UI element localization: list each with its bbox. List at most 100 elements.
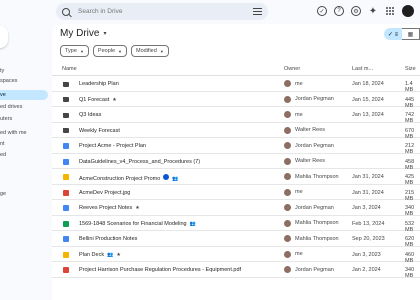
file-owner: me bbox=[284, 188, 303, 196]
file-owner: Jordan Pegman bbox=[284, 266, 334, 273]
file-row[interactable]: Bellini Production Notes Mahlia Thompson S… bbox=[52, 231, 420, 248]
file-name: Q3 Ideas bbox=[79, 112, 101, 118]
file-name-text: 1569-1848 Scenarios for Financial Modeli… bbox=[79, 220, 187, 227]
settings-gear-icon[interactable]: ⚙ bbox=[351, 6, 361, 16]
sidebar-item-my-drive[interactable]: ve bbox=[0, 90, 48, 100]
file-name-text: Q1 Forecast bbox=[79, 96, 110, 103]
sidebar-item-workspaces[interactable]: spaces bbox=[0, 76, 48, 86]
file-row[interactable]: Reeves Project Notes ★ Jordan Pegman Jan 3,… bbox=[52, 200, 420, 217]
file-owner: me bbox=[284, 80, 303, 87]
folder-icon bbox=[63, 97, 69, 102]
file-size: 340 MB bbox=[405, 267, 415, 279]
file-name: AcmeConstruction Project Promo 👥 bbox=[79, 174, 179, 182]
file-name-text: Bellini Production Notes bbox=[79, 236, 138, 242]
google-doc-icon bbox=[63, 205, 69, 211]
search-bar[interactable] bbox=[56, 3, 268, 20]
owner-name: Walter Rees bbox=[295, 158, 326, 164]
google-slides-icon bbox=[63, 174, 69, 180]
filter-people[interactable]: People ▼ bbox=[92, 45, 128, 57]
avatar bbox=[284, 157, 291, 165]
sidebar-item-starred[interactable]: ed bbox=[0, 150, 48, 160]
list-view-button[interactable]: ✓ ≡ bbox=[384, 28, 402, 40]
grid-view-button[interactable]: ▦ bbox=[402, 28, 420, 40]
file-name: 1569-1848 Scenarios for Financial Modeli… bbox=[79, 221, 196, 227]
file-name-text: Plan Deck bbox=[79, 251, 105, 258]
top-bar: ✓ ? ⚙ ✦ bbox=[0, 0, 420, 24]
file-name-text: Q3 Ideas bbox=[79, 112, 102, 118]
avatar bbox=[284, 250, 291, 258]
filter-chips: Type ▼ People ▼ Modified ▼ bbox=[60, 45, 169, 57]
filter-type[interactable]: Type ▼ bbox=[60, 45, 89, 57]
file-name: AcmeDev Project.jpg bbox=[79, 190, 130, 196]
avatar bbox=[284, 126, 291, 134]
file-name: Weekly Forecast bbox=[79, 128, 120, 134]
file-name: Bellini Production Notes bbox=[79, 236, 137, 242]
file-row[interactable]: Q3 Ideas me Jan 13, 2024 742 MB bbox=[52, 107, 420, 124]
sidebar-item-spam[interactable] bbox=[0, 164, 48, 174]
file-name-text: Weekly Forecast bbox=[79, 127, 120, 134]
column-name[interactable]: Name bbox=[62, 66, 77, 72]
avatar bbox=[284, 235, 291, 242]
folder-icon bbox=[63, 128, 69, 133]
starred-icon: ★ bbox=[112, 96, 117, 103]
avatar bbox=[284, 111, 291, 118]
file-row[interactable]: Plan Deck 👥 ★ me Jan 3, 2023 460 MB bbox=[52, 247, 420, 264]
main-panel: My Drive ▾ ✓ ≡ ▦ Type ▼ People ▼ Modified ▼… bbox=[52, 24, 420, 300]
file-owner: Walter Rees bbox=[284, 126, 325, 134]
sidebar-item-shared-with-me[interactable]: ed with me bbox=[0, 128, 48, 138]
offline-status-icon[interactable]: ✓ bbox=[317, 6, 327, 16]
column-size[interactable]: Size bbox=[405, 66, 416, 72]
avatar bbox=[284, 80, 291, 87]
file-row[interactable]: Project Harrison Purchase Regulation Pro… bbox=[52, 262, 420, 279]
owner-name: Mahlia Thompson bbox=[295, 220, 339, 226]
search-icon[interactable] bbox=[62, 7, 70, 16]
sidebar-item-computers[interactable]: uters bbox=[0, 114, 48, 124]
filter-modified[interactable]: Modified ▼ bbox=[131, 45, 169, 57]
sidebar-item-activity[interactable]: ty bbox=[0, 66, 48, 76]
view-toggle: ✓ ≡ ▦ bbox=[384, 28, 420, 40]
account-avatar[interactable] bbox=[402, 5, 414, 17]
file-modified-date: Jan 31, 2024 bbox=[352, 189, 384, 196]
file-row[interactable]: 1569-1848 Scenarios for Financial Modeli… bbox=[52, 216, 420, 233]
help-icon[interactable]: ? bbox=[334, 6, 344, 16]
starred-icon: ★ bbox=[116, 251, 121, 258]
file-owner: Mahlia Thompson bbox=[284, 219, 339, 227]
sidebar-item-home[interactable] bbox=[0, 42, 48, 52]
owner-name: me bbox=[295, 80, 303, 87]
file-modified-date: Jan 31, 2024 bbox=[352, 174, 384, 180]
file-row[interactable]: Q1 Forecast ★ Jordan Pegman Jan 15, 2024 445… bbox=[52, 92, 420, 109]
column-owner[interactable]: Owner bbox=[284, 66, 300, 72]
file-row[interactable]: Project Acme - Project Plan Jordan Pegman… bbox=[52, 138, 420, 155]
column-modified[interactable]: Last m... bbox=[352, 66, 373, 72]
apps-grid-icon[interactable] bbox=[385, 6, 395, 16]
sidebar-item-shared-drives[interactable]: ed drives bbox=[0, 102, 48, 112]
page-title-menu[interactable]: My Drive ▾ bbox=[60, 28, 106, 39]
pdf-icon bbox=[63, 267, 69, 273]
sidebar-item-storage[interactable]: ge bbox=[0, 189, 48, 199]
starred-icon: ★ bbox=[135, 205, 140, 211]
avatar bbox=[284, 204, 291, 211]
file-row[interactable]: DataGuidelines_v4_Process_and_Procedures… bbox=[52, 154, 420, 171]
owner-name: Jordan Pegman bbox=[295, 266, 334, 273]
file-row[interactable]: AcmeDev Project.jpg me Jan 31, 2024 215 MB bbox=[52, 185, 420, 202]
shared-icon: 👥 bbox=[189, 220, 196, 227]
search-input[interactable] bbox=[78, 8, 248, 15]
owner-name: Mahlia Thompson bbox=[295, 235, 339, 242]
gemini-sparkle-icon[interactable]: ✦ bbox=[368, 6, 378, 17]
owner-name: me bbox=[295, 251, 303, 257]
chevron-down-icon: ▼ bbox=[118, 48, 123, 54]
avatar bbox=[284, 219, 291, 227]
file-row[interactable]: AcmeConstruction Project Promo 👥 Mahlia Th… bbox=[52, 169, 420, 186]
file-name: Q1 Forecast ★ bbox=[79, 97, 117, 103]
file-row[interactable]: Weekly Forecast Walter Rees 670 MB bbox=[52, 123, 420, 140]
file-modified-date: Jan 2, 2024 bbox=[352, 267, 381, 273]
file-name: Plan Deck 👥 ★ bbox=[79, 252, 121, 258]
file-owner: Walter Rees bbox=[284, 157, 326, 165]
avatar bbox=[284, 173, 291, 180]
sidebar-item-recent[interactable]: nt bbox=[0, 139, 48, 149]
file-name: Reeves Project Notes ★ bbox=[79, 205, 140, 211]
file-name: Project Harrison Purchase Regulation Pro… bbox=[79, 267, 241, 273]
file-name-text: Reeves Project Notes bbox=[79, 205, 133, 211]
file-row[interactable]: Leadership Plan me Jan 18, 2024 1.4 MB bbox=[52, 76, 420, 93]
search-options-icon[interactable] bbox=[253, 8, 262, 15]
